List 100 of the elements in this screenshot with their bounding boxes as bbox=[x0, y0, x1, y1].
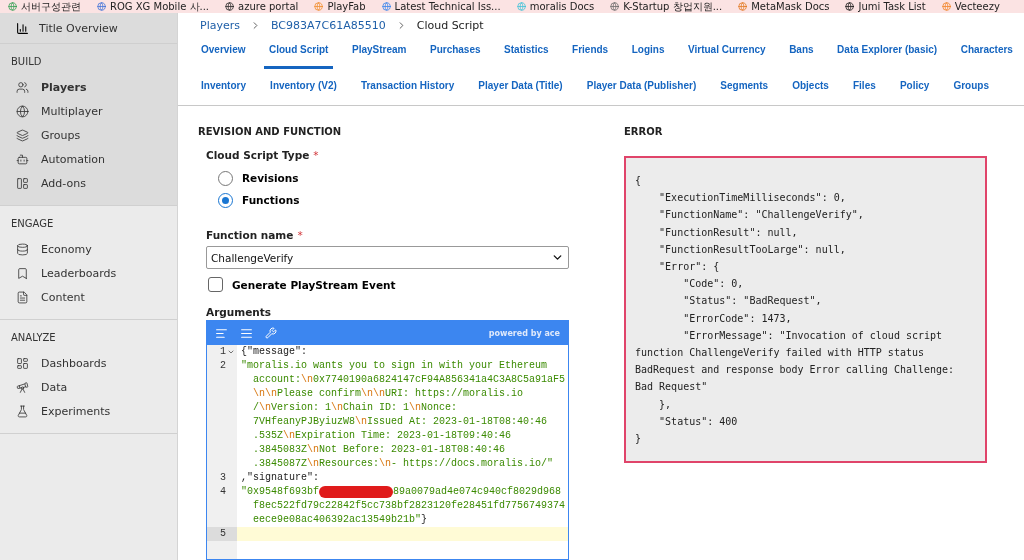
line-number: 5 bbox=[220, 527, 226, 541]
tab[interactable]: Bans bbox=[784, 33, 819, 69]
bookmark[interactable]: moralis Docs bbox=[516, 0, 595, 13]
tab[interactable]: Transaction History bbox=[355, 69, 460, 105]
error-text: } bbox=[635, 432, 643, 447]
wrench-icon[interactable] bbox=[265, 327, 277, 339]
item-label: Multiplayer bbox=[41, 104, 103, 118]
code-text: / bbox=[253, 401, 259, 415]
item-label: Dashboards bbox=[41, 356, 107, 370]
favicon-icon bbox=[941, 2, 951, 11]
tab[interactable]: Purchases bbox=[424, 33, 486, 69]
error-text: { bbox=[635, 174, 643, 188]
sidebar-item[interactable]: Dashboards bbox=[0, 351, 177, 375]
lines-icon[interactable] bbox=[240, 326, 253, 340]
tab[interactable]: Segments bbox=[715, 69, 774, 105]
document-icon bbox=[16, 290, 29, 304]
error-text: function ChallengeVerify failed with HTTP status bbox=[635, 346, 925, 361]
breadcrumb-link[interactable]: Cloud Script bbox=[416, 18, 484, 32]
favicon-icon bbox=[381, 2, 391, 11]
sidebar-item[interactable]: Content bbox=[0, 285, 177, 309]
bookmark[interactable]: PlayFab bbox=[314, 0, 366, 13]
radio-option[interactable]: Revisions bbox=[218, 167, 569, 189]
error-text: "FunctionResultTooLarge": null, bbox=[658, 242, 847, 257]
people-icon bbox=[16, 80, 29, 94]
code-text: \n bbox=[301, 373, 314, 387]
code-text: \n bbox=[379, 457, 392, 471]
code-text: Please confirm bbox=[277, 387, 362, 401]
tab[interactable]: Player Data (Title) bbox=[473, 69, 568, 105]
radio-label: Revisions bbox=[242, 172, 299, 184]
bookmark[interactable]: MetaMask Docs bbox=[738, 0, 830, 13]
favicon-icon bbox=[610, 2, 620, 11]
code-text: Nonce: bbox=[421, 401, 458, 415]
breadcrumb-link[interactable]: BC983A7C61A85510 bbox=[270, 18, 386, 32]
line-number: 4 bbox=[220, 485, 226, 499]
tab[interactable]: Inventory (V2) bbox=[265, 69, 342, 105]
radio-option[interactable]: Functions bbox=[218, 189, 569, 211]
error-text: Bad Request" bbox=[635, 380, 709, 395]
checkbox[interactable] bbox=[208, 277, 223, 292]
code-text: ,"signature": bbox=[241, 471, 319, 485]
tab[interactable]: Virtual Currency bbox=[683, 33, 771, 69]
code-text: \n bbox=[259, 401, 272, 415]
code-text: "0x9548f693bf bbox=[241, 485, 319, 499]
tab[interactable]: Inventory bbox=[196, 69, 251, 105]
sidebar-item[interactable]: Experiments bbox=[0, 399, 177, 423]
sidebar-item[interactable]: Leaderboards bbox=[0, 261, 177, 285]
code-text: "moralis.io wants you to sign in with your Ethereum bbox=[241, 359, 548, 373]
sidebar-item[interactable]: Multiplayer bbox=[0, 99, 177, 123]
tab[interactable]: Player Data (Publisher) bbox=[581, 69, 702, 105]
tab[interactable]: Cloud Script bbox=[264, 33, 334, 69]
globe-icon bbox=[16, 104, 29, 118]
item-label: Players bbox=[41, 80, 87, 94]
code-editor[interactable] bbox=[206, 320, 569, 560]
error-text: "Status": "BadRequest", bbox=[682, 294, 823, 309]
favicon-icon bbox=[225, 2, 235, 11]
code-text: \n\n bbox=[361, 387, 386, 401]
sidebar-item[interactable]: Add-ons bbox=[0, 171, 177, 195]
tab[interactable]: Statistics bbox=[499, 33, 554, 69]
sidebar-item[interactable]: Automation bbox=[0, 147, 177, 171]
bookmark[interactable]: azure portal bbox=[225, 0, 299, 13]
tab[interactable]: Data Explorer (basic) bbox=[832, 33, 943, 69]
bookmark[interactable]: Vecteezy bbox=[941, 0, 1000, 13]
bookmark[interactable]: ROG XG Mobile 사... bbox=[97, 0, 210, 13]
code-text: account: bbox=[253, 373, 301, 387]
code-text: \n bbox=[307, 443, 320, 457]
sidebar-item[interactable]: Economy bbox=[0, 237, 177, 261]
favicon-icon bbox=[516, 2, 526, 11]
code-text: {"message": bbox=[241, 345, 307, 359]
robot-icon bbox=[16, 152, 29, 166]
code-text: URI: https://moralis.io bbox=[385, 387, 524, 401]
tab[interactable]: Objects bbox=[787, 69, 834, 105]
item-label: Groups bbox=[41, 128, 81, 142]
error-text: "FunctionName": "ChallengeVerify", bbox=[658, 208, 865, 223]
sidebar-item[interactable]: Data bbox=[0, 375, 177, 399]
tab[interactable]: Friends bbox=[567, 33, 614, 69]
bookmark[interactable]: Jumi Task List bbox=[845, 0, 926, 13]
section-title: BUILD bbox=[10, 55, 43, 69]
checkbox-option[interactable]: Generate PlayStream Event bbox=[208, 277, 569, 292]
code-text: Issued At: 2023-01-18T08:40:46 bbox=[367, 415, 548, 429]
bookmark[interactable]: Latest Technical Iss... bbox=[381, 0, 501, 13]
tab[interactable]: Characters bbox=[955, 33, 1018, 69]
bookmark[interactable]: K-Startup 창업지원... bbox=[610, 0, 723, 13]
item-label: Economy bbox=[41, 242, 92, 256]
section-title: ANALYZE bbox=[10, 331, 57, 345]
tab[interactable]: Overview bbox=[196, 33, 251, 69]
function-select[interactable]: ChallengeVerify bbox=[206, 246, 569, 269]
tab[interactable]: PlayStream bbox=[346, 33, 412, 69]
breadcrumb-link[interactable]: Players bbox=[200, 18, 240, 32]
tab[interactable]: Groups bbox=[948, 69, 994, 105]
error-text: "Code": 0, bbox=[682, 277, 745, 292]
error-text: "Error": { bbox=[658, 260, 721, 274]
bookmark[interactable]: 서버구성관련 bbox=[8, 0, 81, 13]
format-icon[interactable] bbox=[215, 326, 228, 340]
code-text: .3845083Z bbox=[253, 443, 307, 457]
sidebar-item[interactable]: Players bbox=[0, 75, 177, 99]
tab[interactable]: Policy bbox=[894, 69, 935, 105]
tab[interactable]: Files bbox=[848, 69, 881, 105]
database-icon bbox=[16, 242, 29, 256]
sidebar-item[interactable]: Groups bbox=[0, 123, 177, 147]
fold-icon[interactable] bbox=[227, 348, 235, 356]
tab[interactable]: Logins bbox=[626, 33, 670, 69]
